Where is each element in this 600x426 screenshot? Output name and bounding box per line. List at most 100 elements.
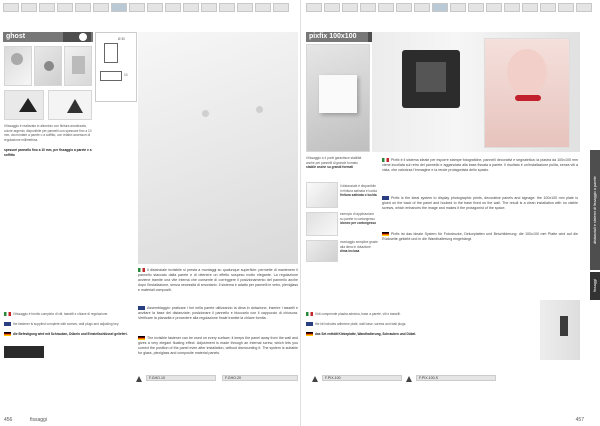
fastener-head xyxy=(44,61,54,71)
thumbnail xyxy=(93,3,109,12)
product-photo-ghost-1 xyxy=(4,46,32,86)
thumbnail xyxy=(522,3,538,12)
thumbnail xyxy=(129,3,145,12)
thumbnail xyxy=(147,3,163,12)
thumbnail xyxy=(414,3,430,12)
thumbnail xyxy=(396,3,412,12)
left-note-uk: the fastener is supplied complete with s… xyxy=(4,322,132,327)
drawing-dimension: Ø 30 xyxy=(118,37,125,41)
left-body-2: Assemblaggio: praticare i fori nella par… xyxy=(138,306,298,320)
right-detail-photo-3 xyxy=(306,240,338,262)
portrait-face xyxy=(507,49,547,95)
right-code-block-2: F.PIX.100.S xyxy=(416,374,496,381)
fastener-head xyxy=(11,53,23,65)
product-photo-ghost-4 xyxy=(4,90,44,120)
thumbnail xyxy=(540,3,556,12)
left-thumbnail-strip xyxy=(3,3,289,12)
device-screen xyxy=(416,62,446,92)
left-code-1: F.GHO.10 xyxy=(146,375,216,381)
drawing-outline xyxy=(104,43,118,63)
fastener-dot xyxy=(256,106,263,113)
thumbnail xyxy=(165,3,181,12)
left-code-block-1: F.GHO.10 xyxy=(146,374,216,381)
left-caption-1: il fissaggio è realizzato in alluminio c… xyxy=(4,124,92,142)
left-colour-swatch xyxy=(4,346,44,358)
italian-flag-icon xyxy=(138,268,145,273)
product-photo-ghost-3 xyxy=(64,46,92,86)
right-code-block-1: F.PIX.100 xyxy=(322,374,402,381)
thumbnail xyxy=(360,3,376,12)
uk-flag-icon xyxy=(4,322,11,327)
brand-mark-icon xyxy=(79,33,87,41)
right-code-1: F.PIX.100 xyxy=(322,375,402,381)
italian-flag-icon xyxy=(306,312,313,317)
wall-mounted-device xyxy=(402,50,460,108)
fastener-body xyxy=(72,56,85,74)
left-caption-bold: spessori pannello fino a 10 mm, per fiss… xyxy=(4,148,92,157)
left-product-title: ghost xyxy=(6,33,26,40)
right-detail-photo-2 xyxy=(306,212,338,236)
thumbnail xyxy=(219,3,235,12)
left-body-1: Il distanziale invisibile si presta a mo… xyxy=(138,268,298,292)
thumbnail xyxy=(183,3,199,12)
uk-flag-icon xyxy=(138,306,145,311)
thumbnail xyxy=(342,3,358,12)
thumbnail-active xyxy=(432,3,448,12)
thumbnail xyxy=(237,3,253,12)
left-main-photo xyxy=(138,32,298,264)
thumbnail xyxy=(75,3,91,12)
right-thumbnail-strip xyxy=(306,3,592,12)
german-flag-icon xyxy=(4,332,11,337)
right-side-tab-sub: distanziali e sistemi di fissaggio a par… xyxy=(590,150,600,270)
left-footer-label: fissaggi xyxy=(30,417,47,423)
left-page-number: 456 xyxy=(4,417,13,423)
product-photo-ghost-5 xyxy=(48,90,92,120)
right-caption-a: il fissaggio a 4 punti garantisce stabil… xyxy=(306,156,362,170)
italian-flag-icon xyxy=(4,312,11,317)
left-body-3: The invisible fastener can be used on ev… xyxy=(138,336,298,355)
thumbnail xyxy=(450,3,466,12)
right-detail-photo-1 xyxy=(306,182,338,208)
right-code-2: F.PIX.100.S xyxy=(416,375,496,381)
thumbnail xyxy=(3,3,19,12)
right-note-it: il kit comprende piastra adesiva, base a… xyxy=(306,312,532,317)
left-technical-drawing: Ø 30 10 xyxy=(95,32,137,102)
left-code-2: F.GHO.20 xyxy=(222,375,298,381)
right-hanging-photo xyxy=(540,300,580,360)
right-page-number: 457 xyxy=(575,417,584,423)
thumbnail xyxy=(576,3,592,12)
drawing-dimension: 10 xyxy=(124,73,128,77)
left-product-title-bar: ghost xyxy=(3,32,93,42)
product-photo-ghost-2 xyxy=(34,46,62,86)
right-caption-d: montaggio semplice grazie alla dima in d… xyxy=(340,240,378,254)
thumbnail xyxy=(39,3,55,12)
uk-flag-icon xyxy=(306,322,313,327)
thumbnail xyxy=(255,3,271,12)
thumbnail xyxy=(21,3,37,12)
thumbnail xyxy=(273,3,289,12)
right-caption-c: esempio di applicazione su parete in car… xyxy=(340,212,377,226)
german-flag-icon xyxy=(382,232,389,237)
thumbnail xyxy=(486,3,502,12)
left-code-block-2: F.GHO.20 xyxy=(222,374,298,381)
pixfix-plate xyxy=(319,75,357,113)
portrait-print xyxy=(484,38,570,148)
right-body-1: Pixfix è il sistema ideale per esporre s… xyxy=(382,158,578,172)
thumbnail xyxy=(306,3,322,12)
warning-triangle-icon xyxy=(406,376,412,382)
drawing-outline xyxy=(100,71,122,81)
right-note-de: das Set enthält Klebeplatte, Wandhalteru… xyxy=(306,332,532,337)
hanging-frame xyxy=(560,316,568,336)
thumbnail xyxy=(504,3,520,12)
page-gutter xyxy=(300,0,301,426)
thumbnail xyxy=(378,3,394,12)
right-product-title: pixfix 100x100 xyxy=(309,33,357,40)
uk-flag-icon xyxy=(382,196,389,201)
left-note-it: il fissaggio è fornito completo di viti,… xyxy=(4,312,132,317)
left-note-de: die Befestigung wird mit Schrauben, Dübe… xyxy=(4,332,132,337)
german-flag-icon xyxy=(138,336,145,341)
warning-triangle-icon xyxy=(136,376,142,382)
right-body-3: Pixfix ist das ideale System für Fotodru… xyxy=(382,232,578,241)
triangle-panel xyxy=(19,98,37,112)
right-side-tab: fissaggi xyxy=(590,272,600,300)
